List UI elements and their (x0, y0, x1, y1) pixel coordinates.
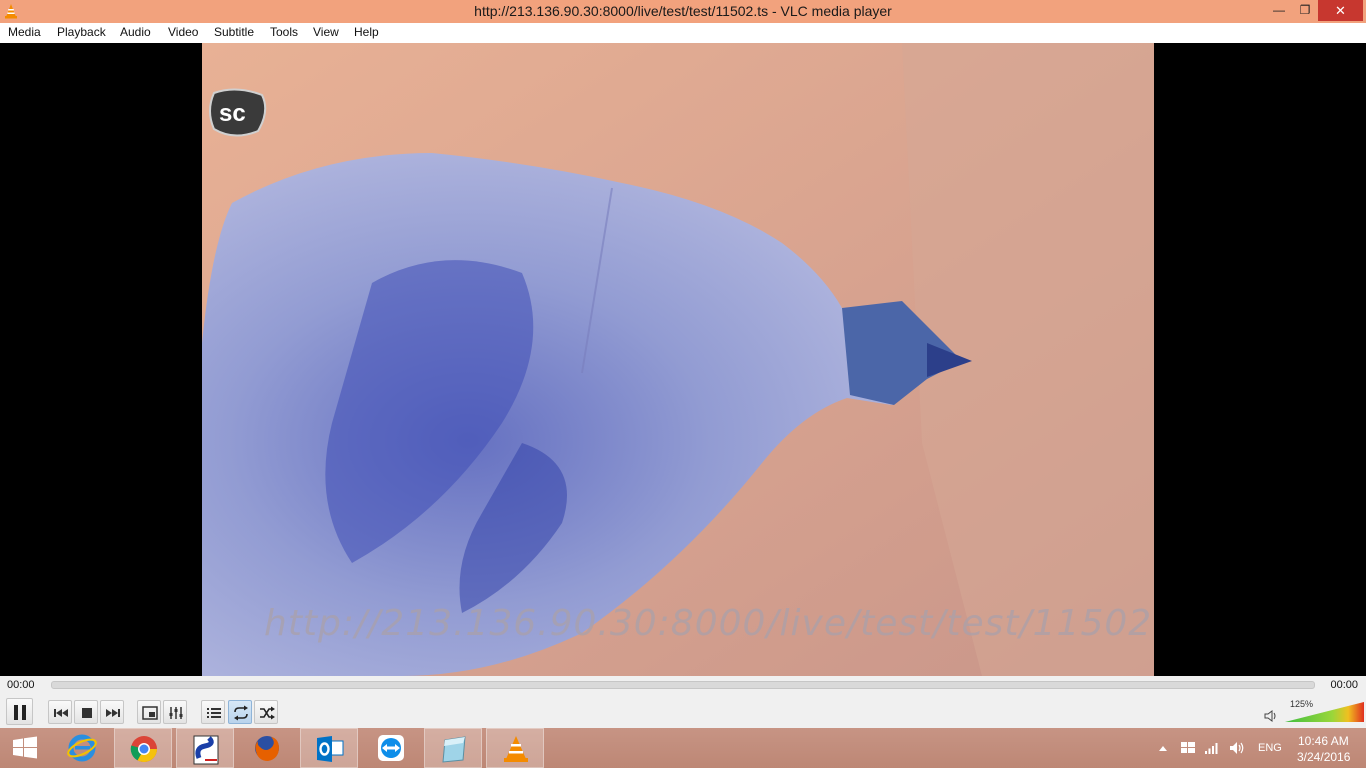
loop-icon (234, 705, 248, 721)
volume-percent: 125% (1290, 699, 1314, 709)
next-icon (106, 709, 120, 717)
speaker-icon[interactable] (1264, 710, 1278, 722)
taskbar-teamviewer[interactable] (362, 728, 420, 768)
stream-url-overlay: http://213.136.90.30:8000/live/test/test… (264, 603, 1154, 644)
menu-view[interactable]: View (313, 25, 339, 39)
clock-time[interactable]: 10:46 AM (1298, 734, 1349, 748)
maximize-button[interactable]: ❐ (1290, 0, 1320, 21)
random-icon (260, 706, 275, 720)
vlc-icon (504, 736, 528, 762)
menu-video[interactable]: Video (168, 25, 198, 39)
pause-icon (14, 705, 26, 720)
video-frame[interactable]: sc http://213.136.90.30:8000/live/test/t… (202, 43, 1154, 676)
menu-subtitle[interactable]: Subtitle (214, 25, 254, 39)
taskbar: ENG 10:46 AM 3/24/2016 (0, 728, 1366, 768)
menu-tools[interactable]: Tools (270, 25, 298, 39)
random-button[interactable] (254, 700, 278, 724)
app-icon (193, 735, 219, 765)
menu-bar: Media Playback Audio Video Subtitle Tool… (0, 23, 1366, 43)
action-center-flag-icon[interactable] (1180, 741, 1196, 755)
taskbar-vlc[interactable] (486, 728, 544, 768)
stop-icon (82, 708, 92, 718)
seek-slider[interactable] (51, 681, 1315, 689)
taskbar-outlook[interactable] (300, 728, 358, 768)
taskbar-firefox[interactable] (238, 728, 296, 768)
channel-logo: sc (209, 88, 267, 137)
previous-button[interactable] (48, 700, 72, 724)
next-button[interactable] (100, 700, 124, 724)
stop-button[interactable] (74, 700, 98, 724)
start-button[interactable] (0, 728, 58, 768)
total-time[interactable]: 00:00 (1330, 679, 1358, 691)
internet-explorer-icon (67, 734, 97, 762)
menu-help[interactable]: Help (354, 25, 379, 39)
taskbar-internet-explorer[interactable] (52, 728, 110, 768)
playlist-icon (207, 708, 221, 718)
elapsed-time[interactable]: 00:00 (7, 679, 35, 691)
channel-logo-text: sc (219, 100, 246, 127)
menu-audio[interactable]: Audio (120, 25, 151, 39)
extended-settings-icon (169, 707, 183, 719)
fullscreen-button[interactable] (137, 700, 161, 724)
chrome-icon (130, 736, 158, 763)
taskbar-app[interactable] (176, 728, 234, 768)
clock-date[interactable]: 3/24/2016 (1297, 750, 1350, 764)
video-area[interactable]: sc http://213.136.90.30:8000/live/test/t… (0, 43, 1366, 676)
fullscreen-icon (142, 706, 158, 720)
pause-button[interactable] (6, 698, 33, 725)
teamviewer-icon (378, 735, 404, 761)
windows-start-icon (13, 736, 37, 759)
video-content (202, 43, 1154, 676)
taskbar-chrome[interactable] (114, 728, 172, 768)
input-language[interactable]: ENG (1258, 742, 1282, 754)
close-button[interactable]: ✕ (1318, 0, 1363, 21)
loop-button[interactable] (228, 700, 252, 724)
menu-media[interactable]: Media (8, 25, 41, 39)
firefox-icon (255, 736, 279, 761)
menu-playback[interactable]: Playback (57, 25, 106, 39)
previous-icon (54, 709, 68, 717)
taskbar-app-2[interactable] (424, 728, 482, 768)
playlist-button[interactable] (201, 700, 225, 724)
show-hidden-icons-chevron-up-icon[interactable] (1158, 744, 1168, 752)
app-icon (442, 736, 466, 763)
title-bar: http://213.136.90.30:8000/live/test/test… (0, 0, 1366, 23)
seek-row: 00:00 00:00 (0, 676, 1366, 696)
network-signal-icon[interactable] (1204, 741, 1220, 755)
volume-tray-icon[interactable] (1229, 741, 1245, 755)
playback-controls: 125% (0, 696, 1366, 728)
outlook-icon (317, 736, 344, 762)
window-title: http://213.136.90.30:8000/live/test/test… (474, 3, 892, 19)
extended-settings-button[interactable] (163, 700, 187, 724)
